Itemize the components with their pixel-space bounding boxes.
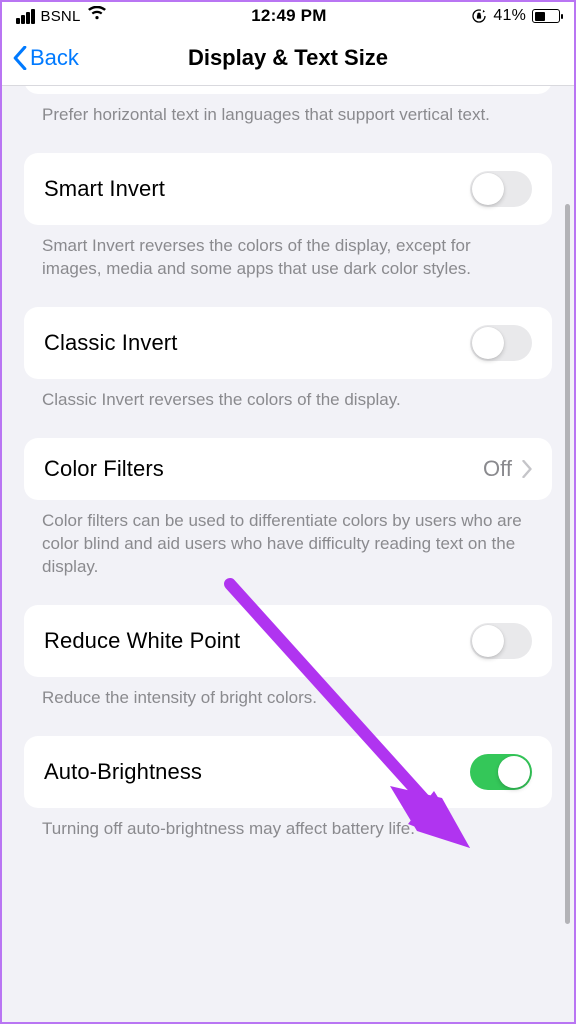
chevron-right-icon [522,460,532,478]
value-color-filters: Off [483,456,512,482]
toggle-smart-invert[interactable] [470,171,532,207]
signal-icon [16,9,35,24]
battery-pct: 41% [493,7,526,25]
label-smart-invert: Smart Invert [44,176,165,202]
scrollbar[interactable] [565,174,570,1016]
back-label: Back [30,45,79,71]
status-bar: BSNL 12:49 PM 41% [2,2,574,30]
label-classic-invert: Classic Invert [44,330,177,356]
wifi-icon [87,6,107,26]
toggle-auto-brightness[interactable] [470,754,532,790]
status-time: 12:49 PM [251,6,326,26]
desc-smart-invert: Smart Invert reverses the colors of the … [24,225,552,307]
desc-color-filters: Color filters can be used to differentia… [24,500,552,605]
toggle-reduce-white-point[interactable] [470,623,532,659]
row-auto-brightness[interactable]: Auto-Brightness [24,736,552,808]
row-prefer-horizontal-text[interactable] [24,86,552,94]
label-auto-brightness: Auto-Brightness [44,759,202,785]
desc-classic-invert: Classic Invert reverses the colors of th… [24,379,552,438]
chevron-left-icon [12,46,28,70]
carrier-label: BSNL [41,8,81,25]
desc-prefer-horizontal-text: Prefer horizontal text in languages that… [24,94,552,153]
page-title: Display & Text Size [188,45,388,71]
nav-bar: Back Display & Text Size [2,30,574,86]
row-reduce-white-point[interactable]: Reduce White Point [24,605,552,677]
toggle-classic-invert[interactable] [470,325,532,361]
row-smart-invert[interactable]: Smart Invert [24,153,552,225]
back-button[interactable]: Back [12,45,79,71]
desc-reduce-white-point: Reduce the intensity of bright colors. [24,677,552,736]
scrollbar-thumb[interactable] [565,204,570,924]
label-reduce-white-point: Reduce White Point [44,628,240,654]
label-color-filters: Color Filters [44,456,164,482]
battery-icon [532,9,560,23]
row-color-filters[interactable]: Color Filters Off [24,438,552,500]
desc-auto-brightness: Turning off auto-brightness may affect b… [24,808,552,867]
row-classic-invert[interactable]: Classic Invert [24,307,552,379]
orientation-lock-icon [471,8,487,24]
content-area: Prefer horizontal text in languages that… [2,86,574,1022]
